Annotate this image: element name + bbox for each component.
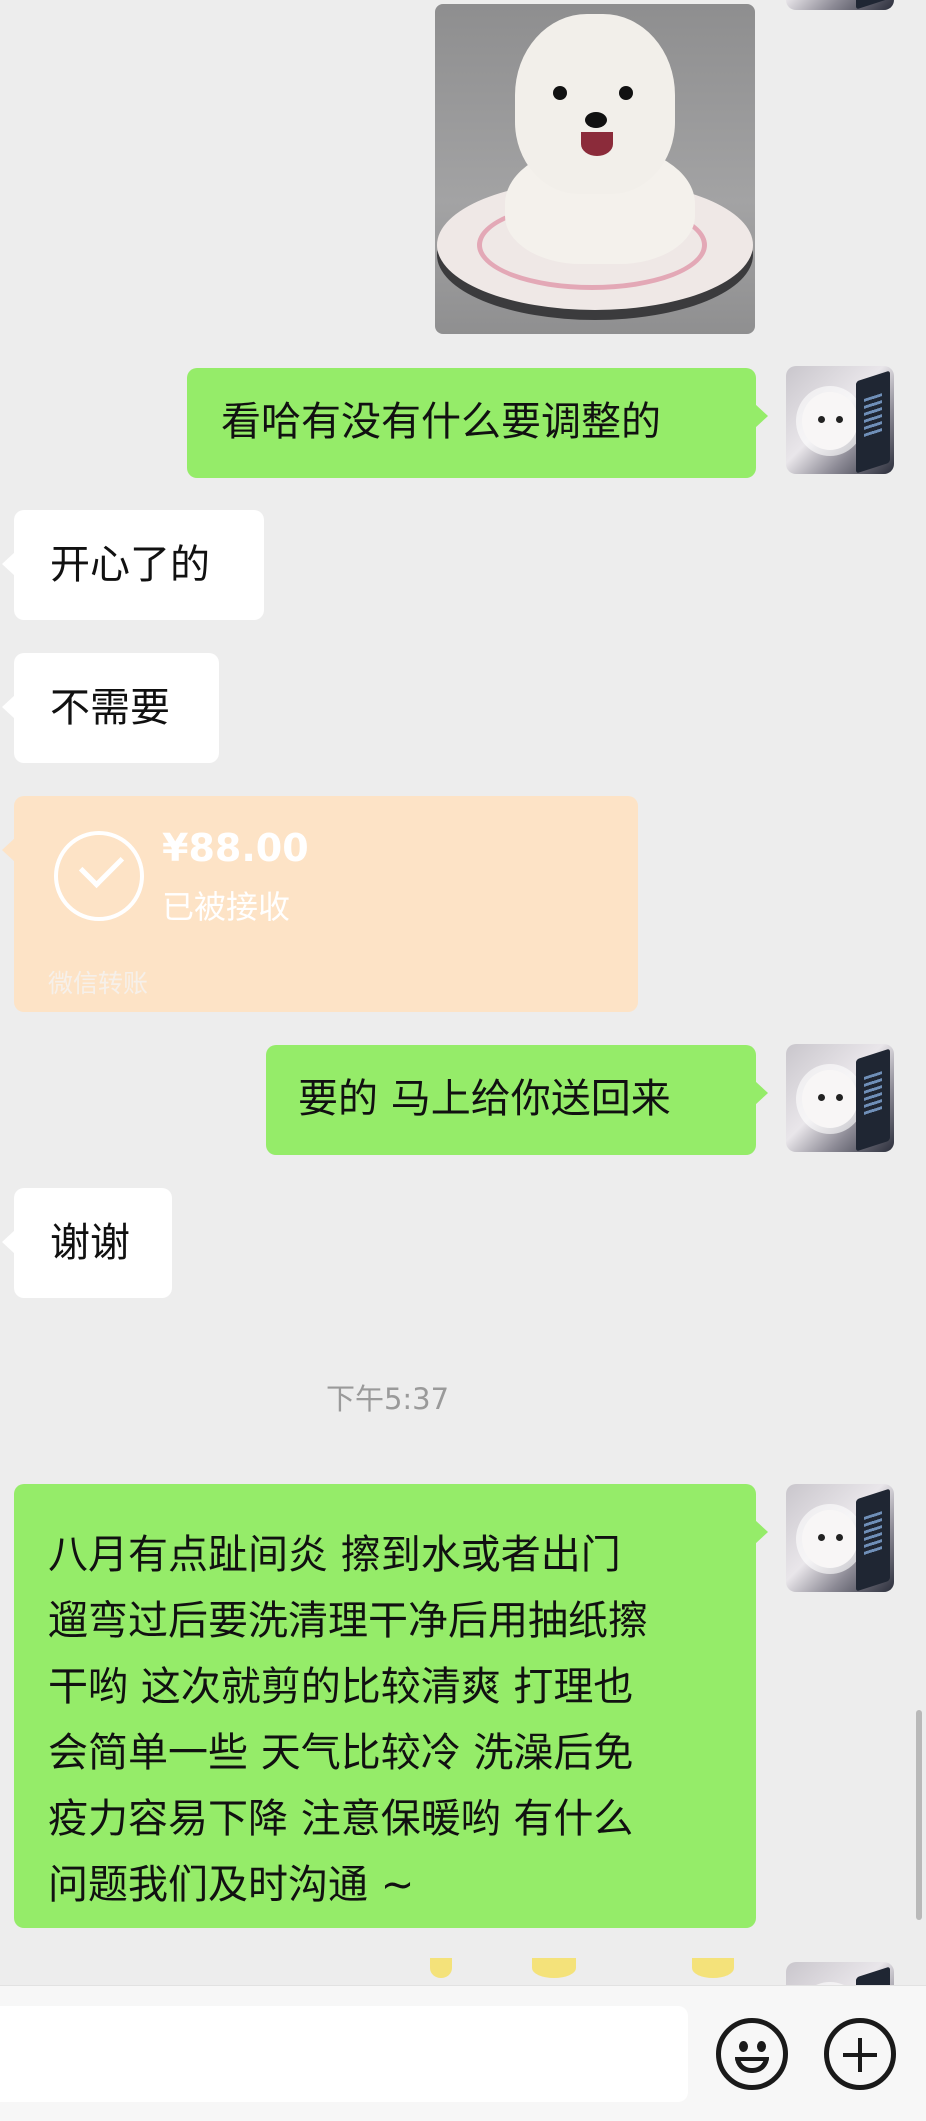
chat-history[interactable]: 看哈有没有什么要调整的 开心了的 不需要 ¥88.00 已被接收 微信转账 要的… xyxy=(0,0,926,1985)
my-avatar[interactable] xyxy=(786,1044,894,1152)
emoji-message-partial[interactable] xyxy=(532,1958,576,1978)
emoji-message-partial[interactable] xyxy=(692,1958,734,1978)
message-text-line: 八月有点趾间炎 擦到水或者出门 xyxy=(48,1532,621,1578)
message-text-line: 干哟 这次就剪的比较清爽 打理也 xyxy=(48,1664,634,1710)
chat-input-bar xyxy=(0,1985,926,2121)
my-avatar[interactable] xyxy=(786,1962,894,1985)
message-bubble-incoming[interactable]: 不需要 xyxy=(2,653,219,763)
message-text: 开心了的 xyxy=(50,542,210,588)
message-text-line: 遛弯过后要洗清理干净后用抽纸擦 xyxy=(48,1598,648,1644)
message-input[interactable] xyxy=(0,2006,688,2102)
message-text-line: 问题我们及时沟通 ~ xyxy=(48,1862,415,1908)
message-bubble-outgoing[interactable]: 要的 马上给你送回来 xyxy=(266,1045,768,1155)
transfer-brand-label: 微信转账 xyxy=(48,969,149,998)
message-text: 不需要 xyxy=(50,685,170,731)
dog-photo-message[interactable] xyxy=(435,4,755,334)
scrollbar[interactable] xyxy=(916,1710,922,1920)
my-avatar[interactable] xyxy=(786,366,894,474)
message-bubble-incoming[interactable]: 谢谢 xyxy=(2,1188,172,1298)
message-text-line: 疫力容易下降 注意保暖哟 有什么 xyxy=(48,1796,634,1842)
emoji-message-partial[interactable] xyxy=(430,1958,452,1978)
message-bubble-outgoing[interactable]: 看哈有没有什么要调整的 xyxy=(187,368,768,478)
message-text-line: 会简单一些 天气比较冷 洗澡后免 xyxy=(48,1730,634,1776)
transfer-amount: ¥88.00 xyxy=(162,826,309,870)
message-timestamp: 下午5:37 xyxy=(325,1382,450,1416)
emoji-button[interactable] xyxy=(716,2018,788,2090)
wechat-transfer-card[interactable]: ¥88.00 已被接收 微信转账 xyxy=(2,796,638,1012)
smiley-face-icon xyxy=(739,2041,748,2052)
transfer-status: 已被接收 xyxy=(162,888,291,926)
my-avatar[interactable] xyxy=(786,1484,894,1592)
my-avatar[interactable] xyxy=(786,0,894,10)
message-text: 要的 马上给你送回来 xyxy=(298,1076,671,1122)
message-text: 谢谢 xyxy=(50,1220,130,1266)
check-circle-icon xyxy=(54,831,144,921)
message-bubble-outgoing-long[interactable]: 八月有点趾间炎 擦到水或者出门 遛弯过后要洗清理干净后用抽纸擦 干哟 这次就剪的… xyxy=(14,1484,768,1928)
plus-circle-icon[interactable] xyxy=(824,2018,896,2090)
message-bubble-incoming[interactable]: 开心了的 xyxy=(2,510,264,620)
message-text: 看哈有没有什么要调整的 xyxy=(221,399,661,445)
